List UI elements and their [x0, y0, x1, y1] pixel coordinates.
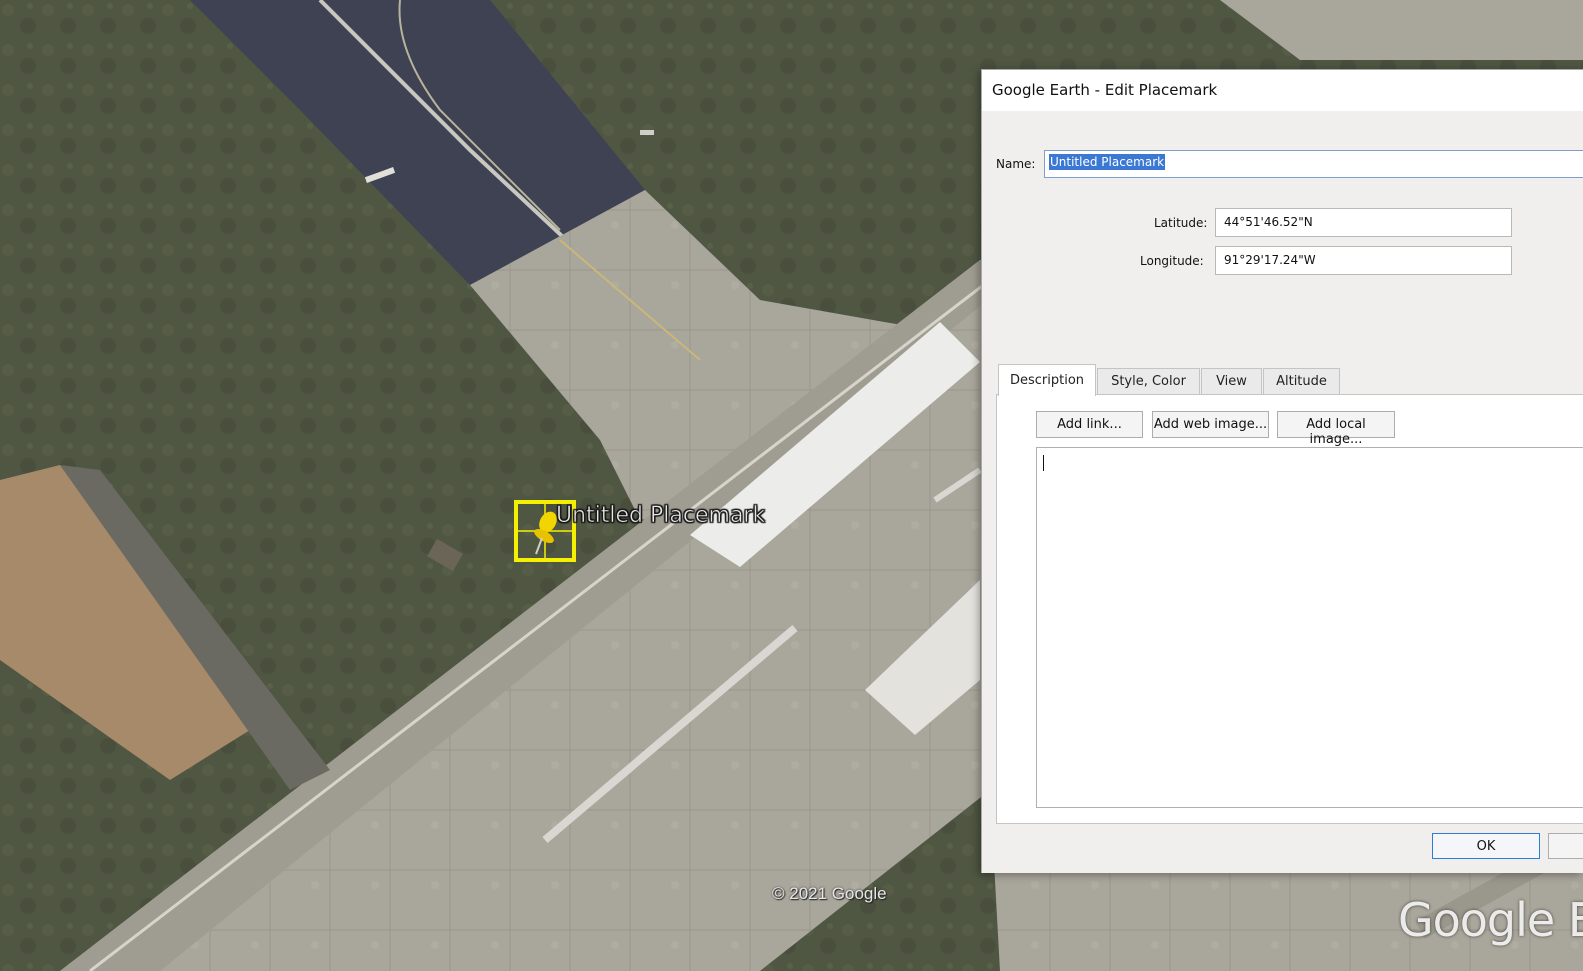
add-link-button[interactable]: Add link...	[1036, 411, 1143, 438]
tab-view[interactable]: View	[1201, 368, 1262, 395]
cancel-button[interactable]	[1548, 833, 1583, 859]
longitude-label: Longitude:	[1140, 254, 1204, 268]
name-field-value: Untitled Placemark	[1049, 154, 1166, 170]
google-earth-watermark: Google Earth	[1398, 893, 1583, 947]
name-label: Name:	[996, 157, 1036, 171]
placemark-label[interactable]: Untitled Placemark	[556, 503, 766, 529]
ok-button[interactable]: OK	[1432, 833, 1540, 859]
tab-altitude[interactable]: Altitude	[1263, 368, 1340, 395]
dialog-title: Google Earth - Edit Placemark	[992, 81, 1218, 99]
tab-description[interactable]: Description	[998, 364, 1096, 396]
name-field[interactable]: Untitled Placemark	[1044, 150, 1583, 178]
latitude-label: Latitude:	[1154, 216, 1208, 230]
latitude-field[interactable]: 44°51'46.52"N	[1215, 208, 1512, 237]
add-local-image-button[interactable]: Add local image...	[1277, 411, 1395, 447]
dialog-titlebar[interactable]: Google Earth - Edit Placemark	[982, 70, 1583, 111]
description-textarea[interactable]	[1036, 447, 1583, 808]
description-panel: Add link... Add web image... Add local i…	[996, 394, 1583, 824]
edit-placemark-dialog: Google Earth - Edit Placemark Name: Unti…	[981, 69, 1583, 873]
longitude-field[interactable]: 91°29'17.24"W	[1215, 246, 1512, 275]
tab-style-color[interactable]: Style, Color	[1097, 368, 1200, 395]
text-caret	[1043, 455, 1044, 471]
imagery-copyright: © 2021 Google	[772, 884, 887, 903]
add-web-image-button[interactable]: Add web image...	[1152, 411, 1269, 438]
